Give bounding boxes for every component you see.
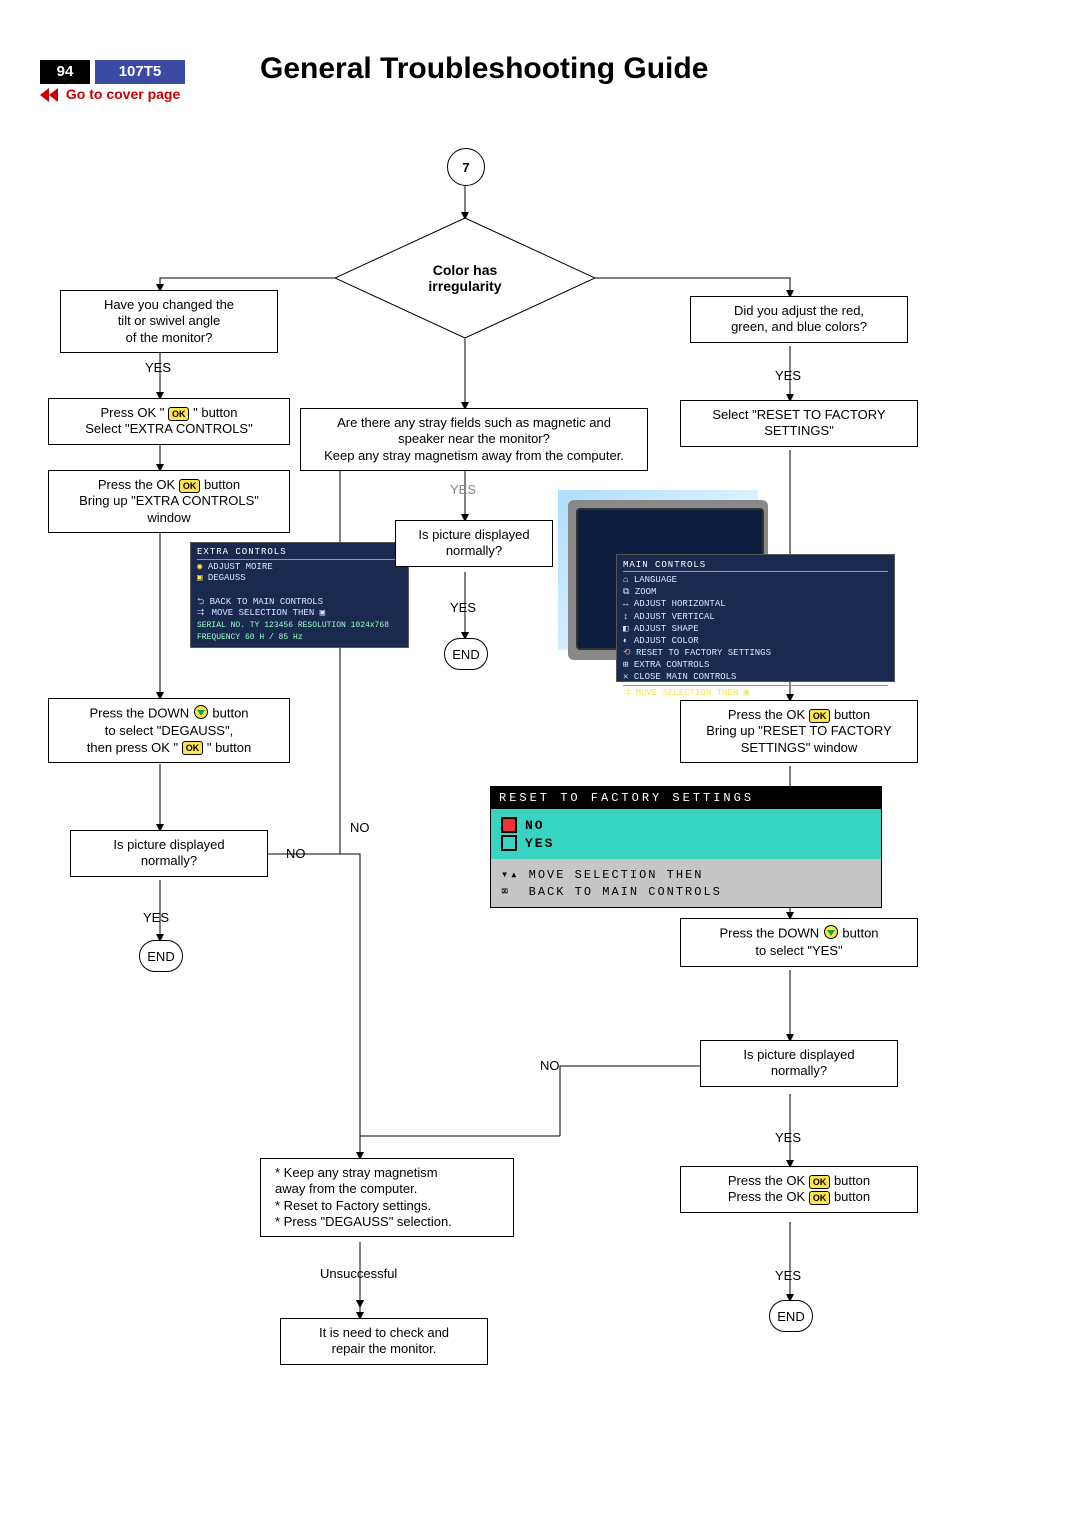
box-press-down-yes: Press the DOWN button to select "YES"	[680, 918, 918, 967]
edge-label: NO	[350, 820, 370, 835]
box-stray-fields: Are there any stray fields such as magne…	[300, 408, 648, 471]
ok-button-icon: OK	[809, 709, 831, 723]
page-title: General Troubleshooting Guide	[260, 52, 708, 86]
box-picture-normal-left: Is picture displayed normally?	[70, 830, 268, 877]
ok-button-icon: OK	[179, 479, 201, 493]
osd-extra-controls: EXTRA CONTROLS ◉ ADJUST MOIRE ▣ DEGAUSS …	[190, 542, 409, 648]
box-picture-normal-center: Is picture displayed normally?	[395, 520, 553, 567]
end-node: END	[139, 940, 183, 972]
down-arrow-icon	[193, 705, 209, 723]
box-press-ok-twice: Press the OK OK button Press the OK OK b…	[680, 1166, 918, 1213]
end-node: END	[769, 1300, 813, 1332]
rewind-icon	[40, 88, 58, 102]
edge-label: YES	[775, 1130, 801, 1145]
osd-reset-title: RESET TO FACTORY SETTINGS	[491, 787, 881, 809]
box-remedies: * Keep any stray magnetism away from the…	[260, 1158, 514, 1237]
ok-button-icon: OK	[168, 407, 190, 421]
box-bring-up-reset: Press the OK OK button Bring up "RESET T…	[680, 700, 918, 763]
ok-button-icon: OK	[809, 1191, 831, 1205]
page-number-badge: 94	[40, 60, 90, 84]
ok-button-icon: OK	[182, 741, 204, 755]
down-arrow-icon	[823, 925, 839, 943]
edge-label: YES	[145, 360, 171, 375]
decision-label: Color has irregularity	[428, 262, 501, 294]
edge-label: YES	[450, 600, 476, 615]
edge-label: Unsuccessful	[320, 1266, 397, 1281]
box-press-ok-extra: Press OK " OK " button Select "EXTRA CON…	[48, 398, 290, 445]
edge-label: NO	[286, 846, 306, 861]
end-node: END	[444, 638, 488, 670]
cover-page-label: Go to cover page	[66, 86, 180, 102]
box-repair: It is need to check and repair the monit…	[280, 1318, 488, 1365]
page: 94 107T5 General Troubleshooting Guide G…	[0, 0, 1080, 1525]
edge-label: YES	[775, 368, 801, 383]
box-adjust-rgb: Did you adjust the red, green, and blue …	[690, 296, 908, 343]
box-tilt-swivel: Have you changed the tilt or swivel angl…	[60, 290, 278, 353]
cover-page-link[interactable]: Go to cover page	[40, 86, 180, 106]
box-picture-normal-right: Is picture displayed normally?	[700, 1040, 898, 1087]
box-bring-up-extra: Press the OK OK button Bring up "EXTRA C…	[48, 470, 290, 533]
start-node-7: 7	[447, 148, 485, 186]
edge-label: YES	[143, 910, 169, 925]
box-reset-factory: Select "RESET TO FACTORY SETTINGS"	[680, 400, 918, 447]
osd-main-controls: MAIN CONTROLS ⌂ LANGUAGE ⧉ ZOOM ↔ ADJUST…	[616, 554, 895, 682]
ok-button-icon: OK	[809, 1175, 831, 1189]
model-badge: 107T5	[95, 60, 185, 84]
edge-label: YES	[775, 1268, 801, 1283]
box-press-down-degauss: Press the DOWN button to select "DEGAUSS…	[48, 698, 290, 763]
edge-label: YES	[450, 482, 476, 497]
osd-reset-factory: RESET TO FACTORY SETTINGS NO YES ▾▴ MOVE…	[490, 786, 882, 908]
decision-color-irregularity: Color has irregularity	[335, 218, 595, 338]
edge-label: NO	[540, 1058, 560, 1073]
